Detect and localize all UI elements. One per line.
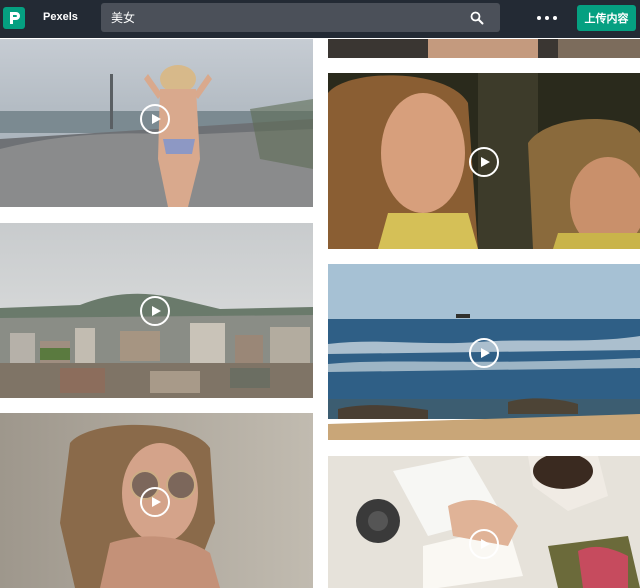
video-card-top-crop[interactable] <box>328 39 640 58</box>
play-circle-icon[interactable] <box>469 529 499 559</box>
video-card-ocean[interactable] <box>328 264 640 440</box>
search-input[interactable] <box>111 3 451 32</box>
play-circle-icon[interactable] <box>140 487 170 517</box>
play-circle-icon[interactable] <box>469 147 499 177</box>
play-circle-icon[interactable] <box>140 296 170 326</box>
play-circle-icon[interactable] <box>469 338 499 368</box>
search-bar <box>101 3 500 32</box>
video-card-woman-sunglasses[interactable] <box>0 413 313 588</box>
search-icon[interactable] <box>470 11 484 25</box>
top-nav-bar: Pexels 上传内容 <box>0 0 640 38</box>
video-card-city-skyline[interactable] <box>0 223 313 398</box>
play-circle-icon[interactable] <box>140 104 170 134</box>
video-thumbnail <box>328 456 640 588</box>
upload-button[interactable]: 上传内容 <box>577 5 636 31</box>
brand-name[interactable]: Pexels <box>43 11 78 23</box>
video-thumbnail <box>328 39 640 58</box>
video-card-desk-writing[interactable] <box>328 456 640 588</box>
video-card-two-women[interactable] <box>328 73 640 249</box>
more-dots-icon[interactable] <box>537 12 557 24</box>
video-card-woman-beach-road[interactable] <box>0 39 313 207</box>
pexels-logo-icon[interactable] <box>3 7 25 29</box>
